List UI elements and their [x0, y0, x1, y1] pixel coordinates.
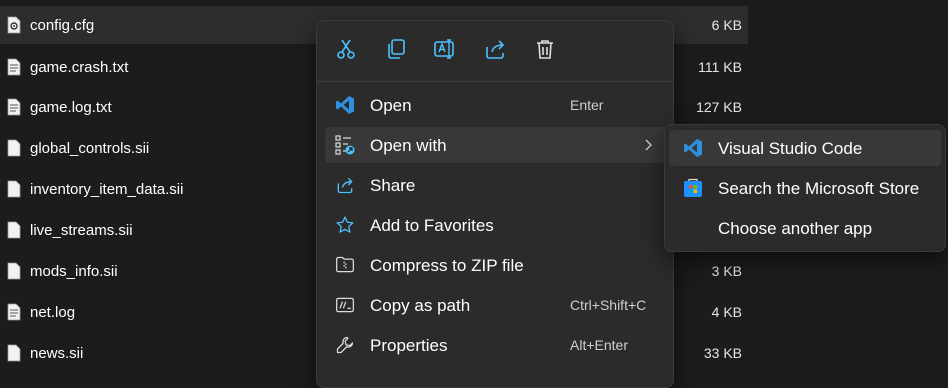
microsoft-store-icon — [684, 178, 702, 197]
file-icon — [7, 180, 21, 198]
copy-path-icon — [336, 297, 354, 313]
cut-icon[interactable] — [334, 37, 358, 61]
file-name: global_controls.sii — [30, 139, 150, 157]
vscode-icon — [684, 139, 702, 157]
copy-icon[interactable] — [384, 37, 408, 61]
menu-item-label: Share — [370, 176, 416, 195]
file-size: 127 KB — [696, 99, 742, 115]
file-size: 6 KB — [711, 17, 742, 33]
file-icon — [7, 344, 21, 362]
menu-item-label: Open with — [370, 136, 447, 155]
file-name: net.log — [30, 303, 76, 321]
submenu-item-label: Choose another app — [718, 219, 873, 238]
menu-item-shortcut: Alt+Enter — [570, 337, 628, 353]
submenu-item-label: Search the Microsoft Store — [718, 179, 920, 198]
submenu-item-choose-another-app[interactable]: Choose another app — [669, 210, 941, 246]
vscode-icon — [336, 96, 354, 114]
menu-item-properties[interactable]: Properties Alt+Enter — [325, 327, 665, 363]
submenu-item-search-store[interactable]: Search the Microsoft Store — [669, 170, 941, 206]
open-with-submenu: Visual Studio Code Search the Microsoft … — [664, 124, 946, 252]
star-icon — [336, 216, 354, 233]
zip-icon — [336, 256, 354, 273]
file-name: game.log.txt — [30, 98, 112, 116]
delete-icon[interactable] — [533, 37, 557, 61]
open-with-icon — [335, 135, 355, 155]
text-file-icon — [7, 98, 21, 116]
context-menu: Open Enter Open with Share Add to Favori… — [316, 20, 674, 388]
file-size: 3 KB — [711, 263, 742, 279]
menu-item-shortcut: Enter — [570, 97, 604, 113]
share-icon — [337, 177, 353, 194]
submenu-item-visual-studio-code[interactable]: Visual Studio Code — [669, 130, 941, 166]
menu-item-label: Compress to ZIP file — [370, 256, 524, 275]
rename-icon[interactable] — [433, 37, 457, 61]
text-file-icon — [7, 58, 21, 76]
context-menu-toolbar — [317, 21, 673, 81]
menu-item-label: Copy as path — [370, 296, 471, 315]
share-icon[interactable] — [483, 37, 507, 61]
chevron-right-icon — [645, 139, 652, 151]
menu-item-open-with[interactable]: Open with — [325, 127, 665, 163]
text-file-icon — [7, 303, 21, 321]
menu-item-open[interactable]: Open Enter — [325, 87, 665, 123]
menu-item-label: Open — [370, 96, 412, 115]
menu-item-compress-zip[interactable]: Compress to ZIP file — [325, 247, 665, 283]
submenu-item-label: Visual Studio Code — [718, 139, 863, 158]
settings-file-icon — [7, 16, 21, 34]
file-name: live_streams.sii — [30, 221, 133, 239]
menu-item-label: Properties — [370, 336, 448, 355]
file-name: game.crash.txt — [30, 58, 129, 76]
file-icon — [7, 221, 21, 239]
file-name: inventory_item_data.sii — [30, 180, 184, 198]
file-name: mods_info.sii — [30, 262, 118, 280]
file-size: 4 KB — [711, 304, 742, 320]
menu-item-label: Add to Favorites — [370, 216, 494, 235]
menu-item-share[interactable]: Share — [325, 167, 665, 203]
menu-item-add-to-favorites[interactable]: Add to Favorites — [325, 207, 665, 243]
file-size: 33 KB — [703, 345, 742, 361]
file-name: news.sii — [30, 344, 84, 362]
menu-item-copy-as-path[interactable]: Copy as path Ctrl+Shift+C — [325, 287, 665, 323]
file-name: config.cfg — [30, 16, 95, 34]
divider — [317, 81, 673, 82]
menu-item-shortcut: Ctrl+Shift+C — [570, 297, 647, 313]
file-icon — [7, 139, 21, 157]
file-icon — [7, 262, 21, 280]
wrench-icon — [336, 336, 354, 354]
file-size: 111 KB — [698, 59, 742, 75]
